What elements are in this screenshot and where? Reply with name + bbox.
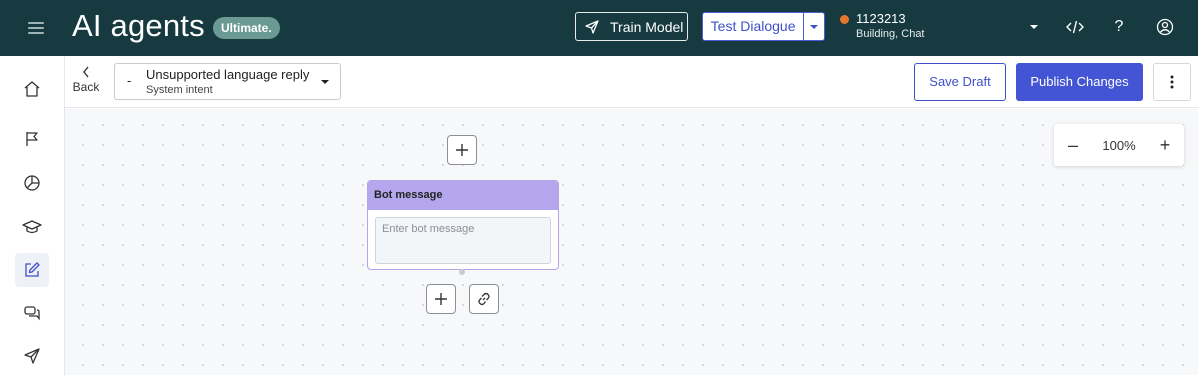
caret-down-icon — [810, 24, 819, 29]
back-button[interactable]: Back — [71, 66, 101, 94]
flag-icon[interactable] — [15, 122, 49, 156]
editor-toolbar: Back - Unsupported language reply System… — [65, 56, 1198, 108]
menu-icon[interactable] — [26, 19, 46, 35]
zoom-level: 100% — [1102, 137, 1136, 153]
test-dialogue-dropdown[interactable] — [804, 13, 824, 40]
test-dialogue-label[interactable]: Test Dialogue — [703, 13, 805, 40]
caret-down-icon — [321, 80, 329, 84]
status-dot — [840, 15, 849, 24]
more-options-button[interactable] — [1153, 63, 1191, 101]
back-label: Back — [72, 80, 100, 94]
app-title: AI agents — [72, 8, 205, 43]
bot-message-card[interactable]: Bot message Enter bot message — [367, 180, 559, 270]
home-icon[interactable] — [15, 72, 49, 106]
zoom-out-button[interactable]: – — [1054, 135, 1092, 156]
connector-dot[interactable] — [459, 269, 465, 275]
more-vertical-icon — [1170, 75, 1174, 89]
help-icon[interactable]: ? — [1108, 16, 1130, 38]
plan-badge: Ultimate. — [213, 17, 280, 39]
link-icon — [478, 292, 490, 306]
zoom-control: – 100% + — [1054, 124, 1184, 166]
intent-prefix: - — [127, 73, 132, 88]
send-icon — [585, 19, 599, 34]
project-id[interactable]: 1123213 — [856, 11, 906, 26]
chat-icon[interactable] — [15, 296, 49, 330]
train-model-label: Train Model — [610, 18, 684, 35]
flow-canvas[interactable]: – 100% + Bot message Enter bot message — [65, 109, 1198, 375]
top-bar: AI agents Ultimate. Train Model Test Dia… — [0, 0, 1198, 56]
add-step-below-button[interactable] — [426, 284, 456, 314]
graduation-cap-icon[interactable] — [15, 210, 49, 244]
test-dialogue-button[interactable]: Test Dialogue — [702, 12, 825, 41]
pie-chart-icon[interactable] — [15, 166, 49, 200]
intent-selector[interactable]: - Unsupported language reply System inte… — [114, 63, 341, 100]
train-model-button[interactable]: Train Model — [575, 12, 688, 41]
link-step-button[interactable] — [469, 284, 499, 314]
intent-name: Unsupported language reply — [146, 67, 310, 82]
save-draft-button[interactable]: Save Draft — [914, 63, 1006, 101]
chevron-left-icon — [71, 66, 101, 80]
caret-down-icon[interactable] — [1029, 24, 1039, 30]
add-step-above-button[interactable] — [447, 135, 477, 165]
plus-icon — [456, 144, 468, 156]
project-subtitle: Building, Chat — [856, 28, 925, 40]
code-icon[interactable] — [1064, 16, 1086, 38]
plus-icon — [435, 293, 447, 305]
bot-message-title: Bot message — [368, 181, 558, 210]
user-icon[interactable] — [1154, 16, 1176, 38]
send-icon[interactable] — [15, 339, 49, 373]
intent-type: System intent — [146, 84, 213, 96]
zoom-in-button[interactable]: + — [1146, 135, 1184, 156]
edit-icon[interactable] — [15, 253, 49, 287]
bot-message-input[interactable]: Enter bot message — [375, 217, 551, 264]
left-nav — [0, 56, 65, 375]
publish-changes-button[interactable]: Publish Changes — [1016, 63, 1143, 101]
